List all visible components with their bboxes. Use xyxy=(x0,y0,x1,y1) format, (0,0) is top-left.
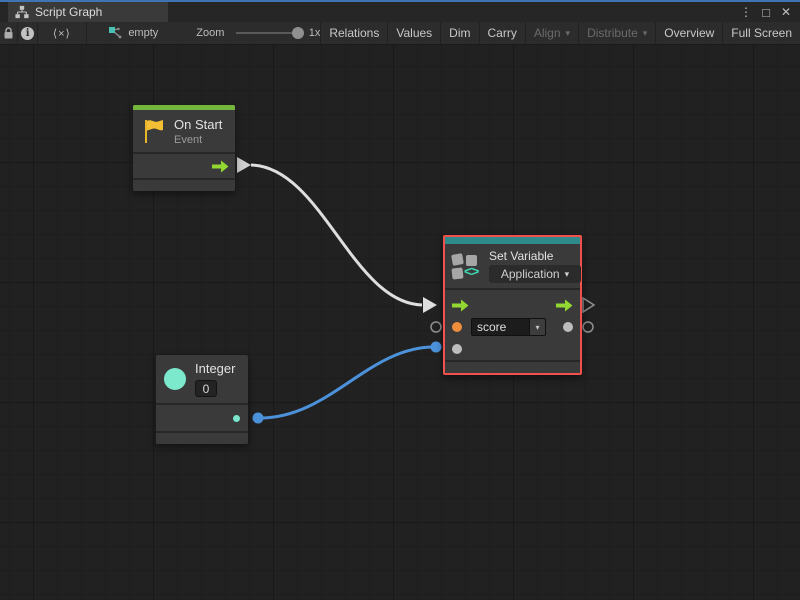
tab-title: Script Graph xyxy=(35,5,102,19)
window-controls: ⋮ □ ✕ xyxy=(738,2,800,22)
value-input-port[interactable] xyxy=(452,344,462,354)
setvariable-variable-input-port[interactable] xyxy=(431,322,441,332)
info-button[interactable]: i xyxy=(18,22,37,44)
flow-arrow-icon[interactable] xyxy=(452,299,469,312)
set-variable-icon: <> xyxy=(452,252,482,280)
zoom-label: Zoom xyxy=(196,22,224,44)
node-subtitle: Event xyxy=(174,134,222,146)
integer-header: Integer 0 xyxy=(156,355,248,403)
lock-button[interactable] xyxy=(0,22,17,44)
setvariable-value-input-port-connected[interactable] xyxy=(431,342,442,353)
relations-button[interactable]: Relations xyxy=(320,22,387,44)
setvariable-flow-output-port[interactable] xyxy=(583,298,594,312)
setvariable-value-output-port[interactable] xyxy=(583,322,593,332)
close-icon[interactable]: ✕ xyxy=(778,4,794,20)
variable-value-output-dot[interactable] xyxy=(563,322,573,332)
variable-name-input[interactable] xyxy=(471,318,529,336)
node-title: Set Variable xyxy=(489,249,581,263)
value-wire-integer-to-setvariable[interactable] xyxy=(260,347,434,418)
graph-status-chip: empty xyxy=(108,22,158,44)
graph-toolbar: i ⟨×⟩ empty Zoom 1x Relations Values Dim… xyxy=(0,22,800,45)
node-set-variable[interactable]: <> Set Variable Application ▾ xyxy=(443,235,582,375)
node-footer xyxy=(156,433,248,444)
dim-button[interactable]: Dim xyxy=(440,22,478,44)
integer-port-row xyxy=(156,405,248,431)
zoom-slider[interactable] xyxy=(236,32,299,34)
onstart-flow-output-port[interactable] xyxy=(237,157,251,173)
full-screen-button[interactable]: Full Screen xyxy=(722,22,800,44)
flow-arrow-icon[interactable] xyxy=(556,299,573,312)
variable-color-stripe xyxy=(445,237,580,244)
window-menu-icon[interactable]: ⋮ xyxy=(738,4,754,20)
node-integer[interactable]: Integer 0 xyxy=(156,355,248,444)
control-wire-onstart-to-setvariable[interactable] xyxy=(251,165,422,305)
align-label: Align xyxy=(534,26,561,40)
graph-status-label: empty xyxy=(128,27,158,39)
node-title: Integer xyxy=(195,361,235,376)
overview-button[interactable]: Overview xyxy=(655,22,722,44)
integer-output-port[interactable] xyxy=(253,413,264,424)
integer-value-field[interactable]: 0 xyxy=(195,380,217,397)
integer-type-icon xyxy=(164,368,186,390)
node-on-start[interactable]: On Start Event xyxy=(133,105,235,191)
flag-icon xyxy=(142,118,166,144)
toolbar-buttons: Relations Values Dim Carry Align ▾ Distr… xyxy=(320,22,800,44)
wires-layer xyxy=(0,45,800,600)
code-preview-button[interactable]: ⟨×⟩ xyxy=(38,22,85,44)
align-button[interactable]: Align ▾ xyxy=(525,22,578,44)
chevron-down-icon: ▾ xyxy=(535,323,539,332)
chevron-down-icon: ▾ xyxy=(643,28,648,39)
chevron-down-icon: ▾ xyxy=(565,269,570,280)
graph-pointer-icon xyxy=(108,26,122,40)
tab-bar: Script Graph ⋮ □ ✕ xyxy=(0,2,800,22)
variable-name-dropdown[interactable]: ▾ xyxy=(529,318,546,336)
tab-script-graph[interactable]: Script Graph xyxy=(8,2,168,22)
set-variable-port-rows: ▾ xyxy=(445,290,580,360)
variable-scope-dropdown[interactable]: Application ▾ xyxy=(489,265,581,283)
info-icon: i xyxy=(21,27,34,40)
setvariable-flow-input-arrowhead xyxy=(423,297,437,313)
unity-script-graph-window: Script Graph ⋮ □ ✕ i ⟨×⟩ xyxy=(0,0,800,600)
variable-name-field: ▾ xyxy=(471,318,546,336)
carry-button[interactable]: Carry xyxy=(479,22,525,44)
value-input-row xyxy=(445,338,580,360)
node-title: On Start xyxy=(174,117,222,132)
variable-name-row: ▾ xyxy=(445,316,580,338)
graph-hierarchy-icon xyxy=(15,5,29,19)
set-variable-header: <> Set Variable Application ▾ xyxy=(445,244,580,288)
zoom-slider-knob[interactable] xyxy=(292,27,304,39)
variable-scope-value: Application xyxy=(501,267,560,281)
distribute-label: Distribute xyxy=(587,26,638,40)
maximize-icon[interactable]: □ xyxy=(758,4,774,20)
node-footer xyxy=(133,180,235,191)
variable-name-port[interactable] xyxy=(452,322,462,332)
on-start-header: On Start Event xyxy=(133,110,235,152)
flow-arrow-icon[interactable] xyxy=(212,160,229,173)
distribute-button[interactable]: Distribute ▾ xyxy=(578,22,655,44)
flow-port-row xyxy=(445,294,580,316)
integer-output-dot[interactable] xyxy=(233,415,240,422)
lock-icon xyxy=(3,27,14,40)
node-footer xyxy=(445,362,580,373)
zoom-value: 1x xyxy=(309,22,321,44)
values-button[interactable]: Values xyxy=(387,22,440,44)
on-start-port-row xyxy=(133,154,235,178)
chevron-down-icon: ▾ xyxy=(566,28,571,39)
graph-canvas[interactable]: On Start Event <> Set xyxy=(0,45,800,600)
toolbar-separator xyxy=(86,22,87,44)
